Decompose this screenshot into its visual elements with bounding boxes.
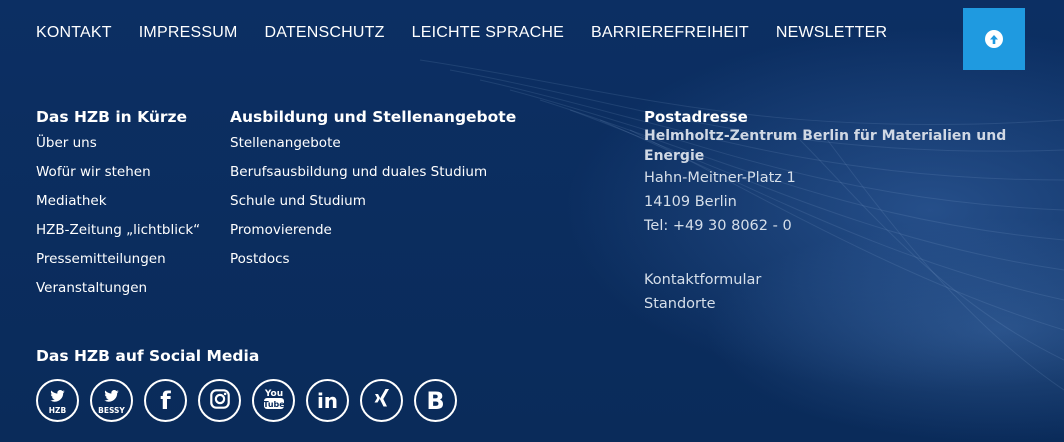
link-pressemitteilungen[interactable]: Pressemitteilungen	[36, 251, 166, 267]
social-icons: HZB BESSY f You Tube in B	[36, 379, 457, 422]
twitter-icon	[104, 387, 119, 406]
link-standorte[interactable]: Standorte	[644, 292, 1064, 316]
nav-link-leichte-sprache[interactable]: LEICHTE SPRACHE	[412, 24, 564, 42]
link-promovierende[interactable]: Promovierende	[230, 222, 332, 238]
facebook-button[interactable]: f	[144, 379, 187, 422]
scroll-to-top-button[interactable]	[963, 8, 1025, 70]
about-column: Das HZB in Kürze Über uns Wofür wir steh…	[36, 108, 200, 309]
instagram-icon	[209, 388, 231, 414]
twitter-icon	[50, 387, 65, 406]
link-veranstaltungen[interactable]: Veranstaltungen	[36, 280, 147, 296]
twitter-bessy-label: BESSY	[98, 405, 125, 415]
nav-link-barrierefreiheit[interactable]: BARRIEREFREIHEIT	[591, 24, 749, 42]
address-city: 14109 Berlin	[644, 194, 737, 210]
nav-link-impressum[interactable]: IMPRESSUM	[139, 24, 238, 42]
link-ueber-uns[interactable]: Über uns	[36, 135, 97, 151]
link-schule-und-studium[interactable]: Schule und Studium	[230, 193, 366, 209]
address-phone: Tel: +49 30 8062 - 0	[644, 218, 792, 234]
nav-link-datenschutz[interactable]: DATENSCHUTZ	[264, 24, 384, 42]
b-button[interactable]: B	[414, 379, 457, 422]
link-mediathek[interactable]: Mediathek	[36, 193, 107, 209]
careers-heading: Ausbildung und Stellenangebote	[230, 108, 517, 126]
social-heading: Das HZB auf Social Media	[36, 347, 260, 365]
address-organization: Helmholtz-Zentrum Berlin für Materialien…	[644, 128, 1007, 164]
xing-button[interactable]	[360, 379, 403, 422]
link-kontaktformular[interactable]: Kontaktformular	[644, 268, 1064, 292]
youtube-icon: You Tube	[262, 386, 286, 416]
footer-top-nav: KONTAKT IMPRESSUM DATENSCHUTZ LEICHTE SP…	[36, 24, 887, 42]
instagram-button[interactable]	[198, 379, 241, 422]
twitter-hzb-label: HZB	[48, 405, 67, 415]
facebook-icon: f	[160, 386, 171, 415]
link-hzb-zeitung[interactable]: HZB-Zeitung „lichtblick“	[36, 222, 200, 238]
about-heading: Das HZB in Kürze	[36, 108, 188, 126]
nav-link-kontakt[interactable]: KONTAKT	[36, 24, 112, 42]
postal-address: Postadresse Helmholtz-Zentrum Berlin für…	[644, 108, 1064, 316]
linkedin-button[interactable]: in	[306, 379, 349, 422]
b-icon: B	[426, 386, 445, 415]
svg-text:Tube: Tube	[263, 400, 285, 409]
link-stellenangebote[interactable]: Stellenangebote	[230, 135, 341, 151]
address-street: Hahn-Meitner-Platz 1	[644, 170, 796, 186]
address-heading: Postadresse	[644, 108, 748, 126]
link-berufsausbildung[interactable]: Berufsausbildung und duales Studium	[230, 164, 487, 180]
svg-text:You: You	[263, 389, 282, 399]
link-wofuer-wir-stehen[interactable]: Wofür wir stehen	[36, 164, 151, 180]
nav-link-newsletter[interactable]: NEWSLETTER	[776, 24, 887, 42]
youtube-button[interactable]: You Tube	[252, 379, 295, 422]
twitter-bessy-button[interactable]: BESSY	[90, 379, 133, 422]
arrow-up-circle-icon	[985, 30, 1003, 48]
careers-column: Ausbildung und Stellenangebote Stellenan…	[230, 108, 516, 280]
xing-icon	[373, 388, 391, 414]
twitter-hzb-button[interactable]: HZB	[36, 379, 79, 422]
linkedin-icon: in	[316, 388, 339, 413]
link-postdocs[interactable]: Postdocs	[230, 251, 290, 267]
